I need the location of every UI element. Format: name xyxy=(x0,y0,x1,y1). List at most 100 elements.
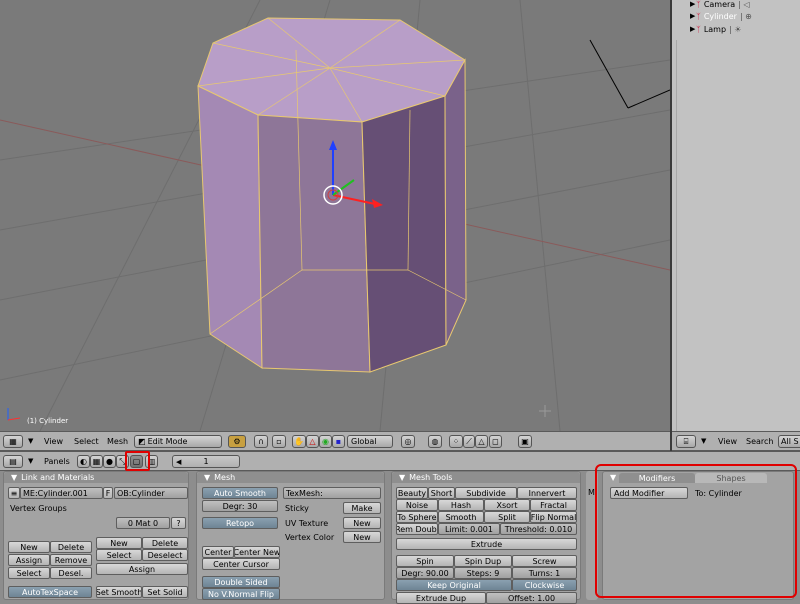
translate-icon[interactable]: △ xyxy=(306,435,319,448)
mode-select[interactable]: ◩ Edit Mode xyxy=(134,435,222,448)
double-sided-toggle[interactable]: Double Sided xyxy=(202,576,280,588)
collapse-triangle-icon[interactable]: ▼ xyxy=(204,473,210,482)
uv-texture-new-button[interactable]: New xyxy=(343,517,381,529)
edge-select-icon[interactable]: ⟋ xyxy=(463,435,475,448)
extrude-dup-button[interactable]: Extrude Dup xyxy=(396,592,486,604)
turns-field[interactable]: Turns: 1 xyxy=(512,567,577,579)
outliner-filter-select[interactable]: All S xyxy=(778,435,800,448)
to-sphere-button[interactable]: To Sphere xyxy=(396,511,438,523)
short-toggle[interactable]: Short xyxy=(428,487,455,499)
noise-button[interactable]: Noise xyxy=(396,499,438,511)
collapse-triangle-icon[interactable]: ▼ xyxy=(399,473,405,482)
mesh-name-field[interactable]: ME:Cylinder.001 xyxy=(20,487,103,499)
expand-triangle-icon[interactable]: ▶ xyxy=(690,25,695,33)
rem-doubles-button[interactable]: Rem Doubl xyxy=(396,523,438,535)
outliner-item-lamp[interactable]: ▶ ᛉ Lamp | ☀ xyxy=(690,23,741,35)
no-vnormal-flip-toggle[interactable]: No V.Normal Flip xyxy=(202,588,280,600)
mat-select-button[interactable]: Select xyxy=(96,549,142,561)
panel-title[interactable]: ▼ Mesh xyxy=(197,472,384,483)
vg-assign-button[interactable]: Assign xyxy=(8,554,50,566)
draw-type-icon[interactable]: ◍ xyxy=(428,435,442,448)
expand-triangle-icon[interactable]: ▶ xyxy=(690,0,695,8)
rotate-icon[interactable]: ◉ xyxy=(319,435,332,448)
mat-new-button[interactable]: New xyxy=(96,537,142,549)
vg-deselect-button[interactable]: Desel. xyxy=(50,567,92,579)
expand-triangle-icon[interactable]: ▶ xyxy=(690,12,695,20)
collapse-triangle-icon[interactable]: ▼ xyxy=(11,473,17,482)
object-name-field[interactable]: OB:Cylinder xyxy=(114,487,188,499)
spin-button[interactable]: Spin xyxy=(396,555,454,567)
flip-normal-button[interactable]: Flip Normal xyxy=(530,511,577,523)
render-view-icon[interactable]: ▣ xyxy=(518,435,532,448)
autotexspace-toggle[interactable]: AutoTexSpace xyxy=(8,586,92,598)
layer-icon[interactable]: ◎ xyxy=(401,435,415,448)
keep-original-toggle[interactable]: Keep Original xyxy=(396,579,512,591)
menu-search[interactable]: Search xyxy=(746,437,773,446)
auto-smooth-toggle[interactable]: Auto Smooth xyxy=(202,487,278,499)
sticky-make-button[interactable]: Make xyxy=(343,502,381,514)
logic-context-icon[interactable]: ◐ xyxy=(77,455,90,468)
fake-user-button[interactable]: F xyxy=(103,487,113,499)
extrude-button[interactable]: Extrude xyxy=(396,538,577,550)
vg-select-button[interactable]: Select xyxy=(8,567,50,579)
vg-new-button[interactable]: New xyxy=(8,541,50,553)
beauty-toggle[interactable]: Beauty xyxy=(396,487,428,499)
outliner-item-camera[interactable]: ▶ ᛉ Camera | ◁ xyxy=(690,0,750,10)
collapse-menu-icon[interactable]: ▼ xyxy=(701,437,706,445)
split-button[interactable]: Split xyxy=(484,511,530,523)
face-select-icon[interactable]: △ xyxy=(475,435,488,448)
decrement-arrow-icon[interactable]: ◀ xyxy=(176,458,181,466)
center-button[interactable]: Center xyxy=(202,546,234,558)
scale-icon[interactable]: ▪ xyxy=(332,435,345,448)
menu-select[interactable]: Select xyxy=(74,437,99,446)
hand-manipulator-icon[interactable]: ✋ xyxy=(292,435,306,448)
spin-dup-button[interactable]: Spin Dup xyxy=(454,555,512,567)
mat-assign-button[interactable]: Assign xyxy=(96,563,188,575)
occlude-icon[interactable]: ◻ xyxy=(489,435,502,448)
panel-title[interactable]: ▼ Mesh Tools xyxy=(392,472,580,483)
retopo-toggle[interactable]: Retopo xyxy=(202,517,278,529)
fractal-button[interactable]: Fractal xyxy=(530,499,577,511)
pivot-icon[interactable]: ⚙ xyxy=(228,435,246,448)
menu-view[interactable]: View xyxy=(44,437,63,446)
offset-field[interactable]: Offset: 1.00 xyxy=(486,592,577,604)
outliner-item-cylinder[interactable]: ▶ ᛉ Cylinder | ⊕ xyxy=(690,10,752,22)
mesh-browse-button[interactable]: ≡ xyxy=(8,487,20,499)
collapse-menu-icon[interactable]: ▼ xyxy=(28,437,33,445)
collapse-menu-icon[interactable]: ▼ xyxy=(28,457,33,465)
3d-viewport[interactable]: (1) Cylinder xyxy=(0,0,670,431)
limit-field[interactable]: Limit: 0.001 xyxy=(438,523,500,535)
material-info-button[interactable]: ? xyxy=(171,517,186,529)
frame-number-field[interactable]: ◀ 1 xyxy=(172,455,240,468)
xsort-button[interactable]: Xsort xyxy=(484,499,530,511)
material-index-field[interactable]: 0 Mat 0 xyxy=(116,517,170,529)
menu-view[interactable]: View xyxy=(718,437,737,446)
innervert-select[interactable]: Innervert xyxy=(517,487,577,499)
snap-icon[interactable]: ∩ xyxy=(254,435,268,448)
outliner-panel[interactable]: ▶ ᛉ Camera | ◁ ▶ ᛉ Cylinder | ⊕ ▶ ᛉ Lamp… xyxy=(672,0,800,431)
auto-smooth-degree-field[interactable]: Degr: 30 xyxy=(202,500,278,512)
vertex-color-new-button[interactable]: New xyxy=(343,531,381,543)
clockwise-toggle[interactable]: Clockwise xyxy=(512,579,577,591)
panel-title[interactable]: ▼ Link and Materials xyxy=(4,472,188,483)
texmesh-field[interactable]: TexMesh: xyxy=(283,487,381,499)
set-smooth-button[interactable]: Set Smooth xyxy=(96,586,142,598)
menu-mesh[interactable]: Mesh xyxy=(107,437,128,446)
spin-degree-field[interactable]: Degr: 90.00 xyxy=(396,567,454,579)
center-new-button[interactable]: Center New xyxy=(234,546,280,558)
subdivide-button[interactable]: Subdivide xyxy=(455,487,517,499)
orientation-select[interactable]: Global xyxy=(347,435,393,448)
vertex-select-icon[interactable]: ⁘ xyxy=(449,435,463,448)
shading-context-icon[interactable]: ● xyxy=(103,455,116,468)
mat-delete-button[interactable]: Delete xyxy=(142,537,188,549)
panels-menu[interactable]: Panels xyxy=(44,457,70,466)
script-context-icon[interactable]: ▦ xyxy=(90,455,103,468)
steps-field[interactable]: Steps: 9 xyxy=(454,567,512,579)
mat-deselect-button[interactable]: Deselect xyxy=(142,549,188,561)
proportional-icon[interactable]: ▫ xyxy=(272,435,286,448)
smooth-button[interactable]: Smooth xyxy=(438,511,484,523)
outliner-editor-type-icon[interactable]: ⌸ xyxy=(676,435,696,448)
vg-remove-button[interactable]: Remove xyxy=(50,554,92,566)
vg-delete-button[interactable]: Delete xyxy=(50,541,92,553)
screw-button[interactable]: Screw xyxy=(512,555,577,567)
